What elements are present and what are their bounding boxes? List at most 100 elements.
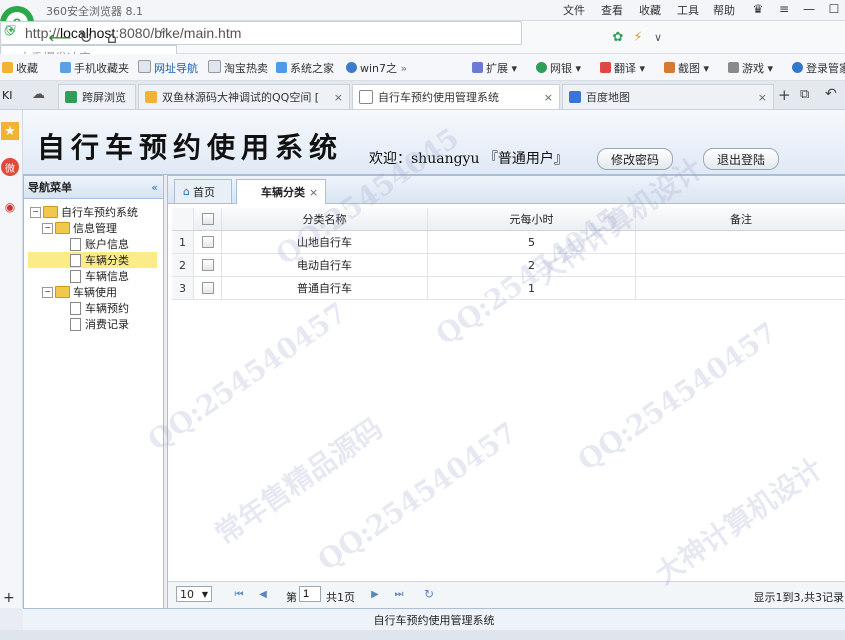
bookmark-taobao[interactable]: 淘宝热卖 xyxy=(208,60,268,76)
file-icon xyxy=(70,317,81,331)
row-checkbox[interactable] xyxy=(194,277,222,299)
close-icon[interactable]: × xyxy=(309,186,318,199)
menu-tools[interactable]: 工具 xyxy=(677,2,699,18)
bookmark-xitong[interactable]: 系统之家 xyxy=(276,60,334,76)
page-input[interactable] xyxy=(299,586,321,602)
tab-qq-space[interactable]: 双鱼林源码大神调试的QQ空间 [× xyxy=(138,84,350,109)
tree-item-category[interactable]: 车辆分类 xyxy=(28,252,157,268)
refresh-icon[interactable]: ↻ xyxy=(76,27,96,47)
cloud-icon[interactable]: ☁ xyxy=(32,87,45,102)
bookmark-screenshot[interactable]: 截图 ▾ xyxy=(664,60,709,76)
lightning-icon[interactable]: ⚡ xyxy=(628,27,648,47)
home-icon[interactable]: ⌂ xyxy=(102,27,122,47)
menu-favorites[interactable]: 收藏 xyxy=(639,2,661,18)
page-size-select[interactable]: 10 ▼ xyxy=(176,586,212,602)
bookmark-mobile[interactable]: 手机收藏夹 xyxy=(60,60,129,76)
content-panel: ⌂ 首页 车辆分类 × 分类名称 元每小时 备注 1 山地自行车 5 2 电动自行车… xyxy=(167,175,845,609)
file-icon xyxy=(70,301,81,315)
browser-status-bar xyxy=(0,630,845,640)
search-icon[interactable]: ⌕ xyxy=(160,23,167,38)
cross-screen-icon xyxy=(65,91,77,103)
bookmark-nav[interactable]: 网址导航 xyxy=(138,60,198,76)
new-tab-icon[interactable]: + xyxy=(778,86,791,104)
back-icon[interactable]: ⟵ xyxy=(49,27,72,47)
row-checkbox[interactable] xyxy=(194,254,222,276)
collapse-toggle-icon: − xyxy=(30,206,41,218)
row-number: 2 xyxy=(172,254,194,276)
next-page-icon[interactable]: ▶ xyxy=(368,587,382,601)
menu-file[interactable]: 文件 xyxy=(563,2,585,18)
prev-page-icon[interactable]: ◀ xyxy=(256,587,270,601)
change-password-button[interactable]: 修改密码 xyxy=(597,148,673,170)
tree-root[interactable]: − 自行车预约系统 xyxy=(30,204,138,220)
star-icon[interactable]: ★ xyxy=(1,122,19,140)
tree-item-consumption[interactable]: 消费记录 xyxy=(70,316,156,332)
cell-name: 山地自行车 xyxy=(222,231,428,253)
speed-icon[interactable]: ✿ xyxy=(608,27,628,47)
last-page-icon[interactable]: ⏭ xyxy=(392,587,406,601)
tree-group-info[interactable]: − 信息管理 xyxy=(42,220,117,236)
app-icon[interactable]: ◉ xyxy=(1,198,19,216)
table-row[interactable]: 1 山地自行车 5 xyxy=(172,231,845,254)
tab-category[interactable]: 车辆分类 × xyxy=(236,179,326,204)
key-icon xyxy=(792,62,803,73)
file-icon xyxy=(70,253,81,267)
bookmark-games[interactable]: 游戏 ▾ xyxy=(728,60,773,76)
tree-item-account[interactable]: 账户信息 xyxy=(70,236,156,252)
tab-cross-screen[interactable]: 跨屏浏览 xyxy=(58,84,136,109)
menu-view[interactable]: 查看 xyxy=(601,2,623,18)
bookmark-favorites[interactable]: 收藏 xyxy=(2,60,38,76)
tree-group-usage[interactable]: − 车辆使用 xyxy=(42,284,117,300)
browser-title-bar: 360安全浏览器 8.1 文件 查看 收藏 工具 帮助 ♛ ≡ — ☐ xyxy=(0,0,845,21)
add-icon[interactable]: + xyxy=(3,590,15,606)
row-checkbox[interactable] xyxy=(194,231,222,253)
checkbox-icon xyxy=(201,282,214,294)
restore-tab-icon[interactable]: ⧉ xyxy=(800,87,809,102)
menu-help[interactable]: 帮助 xyxy=(713,2,735,18)
welcome-text: 欢迎：shuangyu 『普通用户』 xyxy=(369,151,568,167)
skin-icon[interactable]: ♛ xyxy=(745,0,771,18)
shield-icon xyxy=(536,62,547,73)
page-icon xyxy=(138,60,151,73)
tree-item-reservation[interactable]: 车辆预约 xyxy=(70,300,156,316)
gamepad-icon xyxy=(728,62,739,73)
menu-icon[interactable]: ≡ xyxy=(771,0,797,18)
tab-home[interactable]: ⌂ 首页 xyxy=(174,179,232,203)
app-header: 自行车预约使用系统 欢迎：shuangyu 『普通用户』 修改密码 退出登陆 xyxy=(23,110,845,175)
scissors-icon xyxy=(664,62,675,73)
logout-button[interactable]: 退出登陆 xyxy=(703,148,779,170)
first-page-icon[interactable]: ⏮ xyxy=(232,587,246,601)
file-icon xyxy=(70,237,81,251)
select-all-checkbox[interactable] xyxy=(194,208,222,230)
tab-bike-system[interactable]: 自行车预约使用管理系统 × xyxy=(352,84,560,109)
chevron-down-icon[interactable]: ∨ xyxy=(648,27,668,47)
refresh-icon[interactable]: ↻ xyxy=(422,587,436,601)
nav-header: 导航菜单 « xyxy=(24,176,163,199)
star-icon xyxy=(2,62,13,73)
cell-name: 电动自行车 xyxy=(222,254,428,276)
bookmark-win7[interactable]: win7之 » xyxy=(346,60,407,76)
bookmark-extension[interactable]: 扩展 ▾ xyxy=(472,60,517,76)
collapse-icon[interactable]: « xyxy=(151,181,158,194)
weibo-icon[interactable]: 微 xyxy=(1,158,19,176)
windows-icon xyxy=(276,62,287,73)
tab-baidu-map[interactable]: 百度地图 × xyxy=(562,84,774,109)
table-row[interactable]: 2 电动自行车 2 xyxy=(172,254,845,277)
column-header-note[interactable]: 备注 xyxy=(636,208,845,230)
bookmark-translate[interactable]: 翻译 ▾ xyxy=(600,60,645,76)
row-number: 3 xyxy=(172,277,194,299)
tab-scroll-icon[interactable]: KI xyxy=(2,89,12,102)
collapse-toggle-icon: − xyxy=(42,222,53,234)
checkbox-icon xyxy=(201,213,214,225)
browser-app-title: 360安全浏览器 8.1 xyxy=(46,5,143,18)
table-row[interactable]: 3 普通自行车 1 xyxy=(172,277,845,300)
bookmark-bank[interactable]: 网银 ▾ xyxy=(536,60,581,76)
bookmark-login[interactable]: 登录管家 xyxy=(792,60,845,76)
tree-item-vehicle[interactable]: 车辆信息 xyxy=(70,268,156,284)
minimize-icon[interactable]: — xyxy=(796,0,822,18)
maximize-icon[interactable]: ☐ xyxy=(821,0,845,18)
column-header-price[interactable]: 元每小时 xyxy=(428,208,636,230)
total-pages: 共1页 xyxy=(326,591,355,604)
undo-icon[interactable]: ↶ xyxy=(825,86,837,102)
column-header-name[interactable]: 分类名称 xyxy=(222,208,428,230)
